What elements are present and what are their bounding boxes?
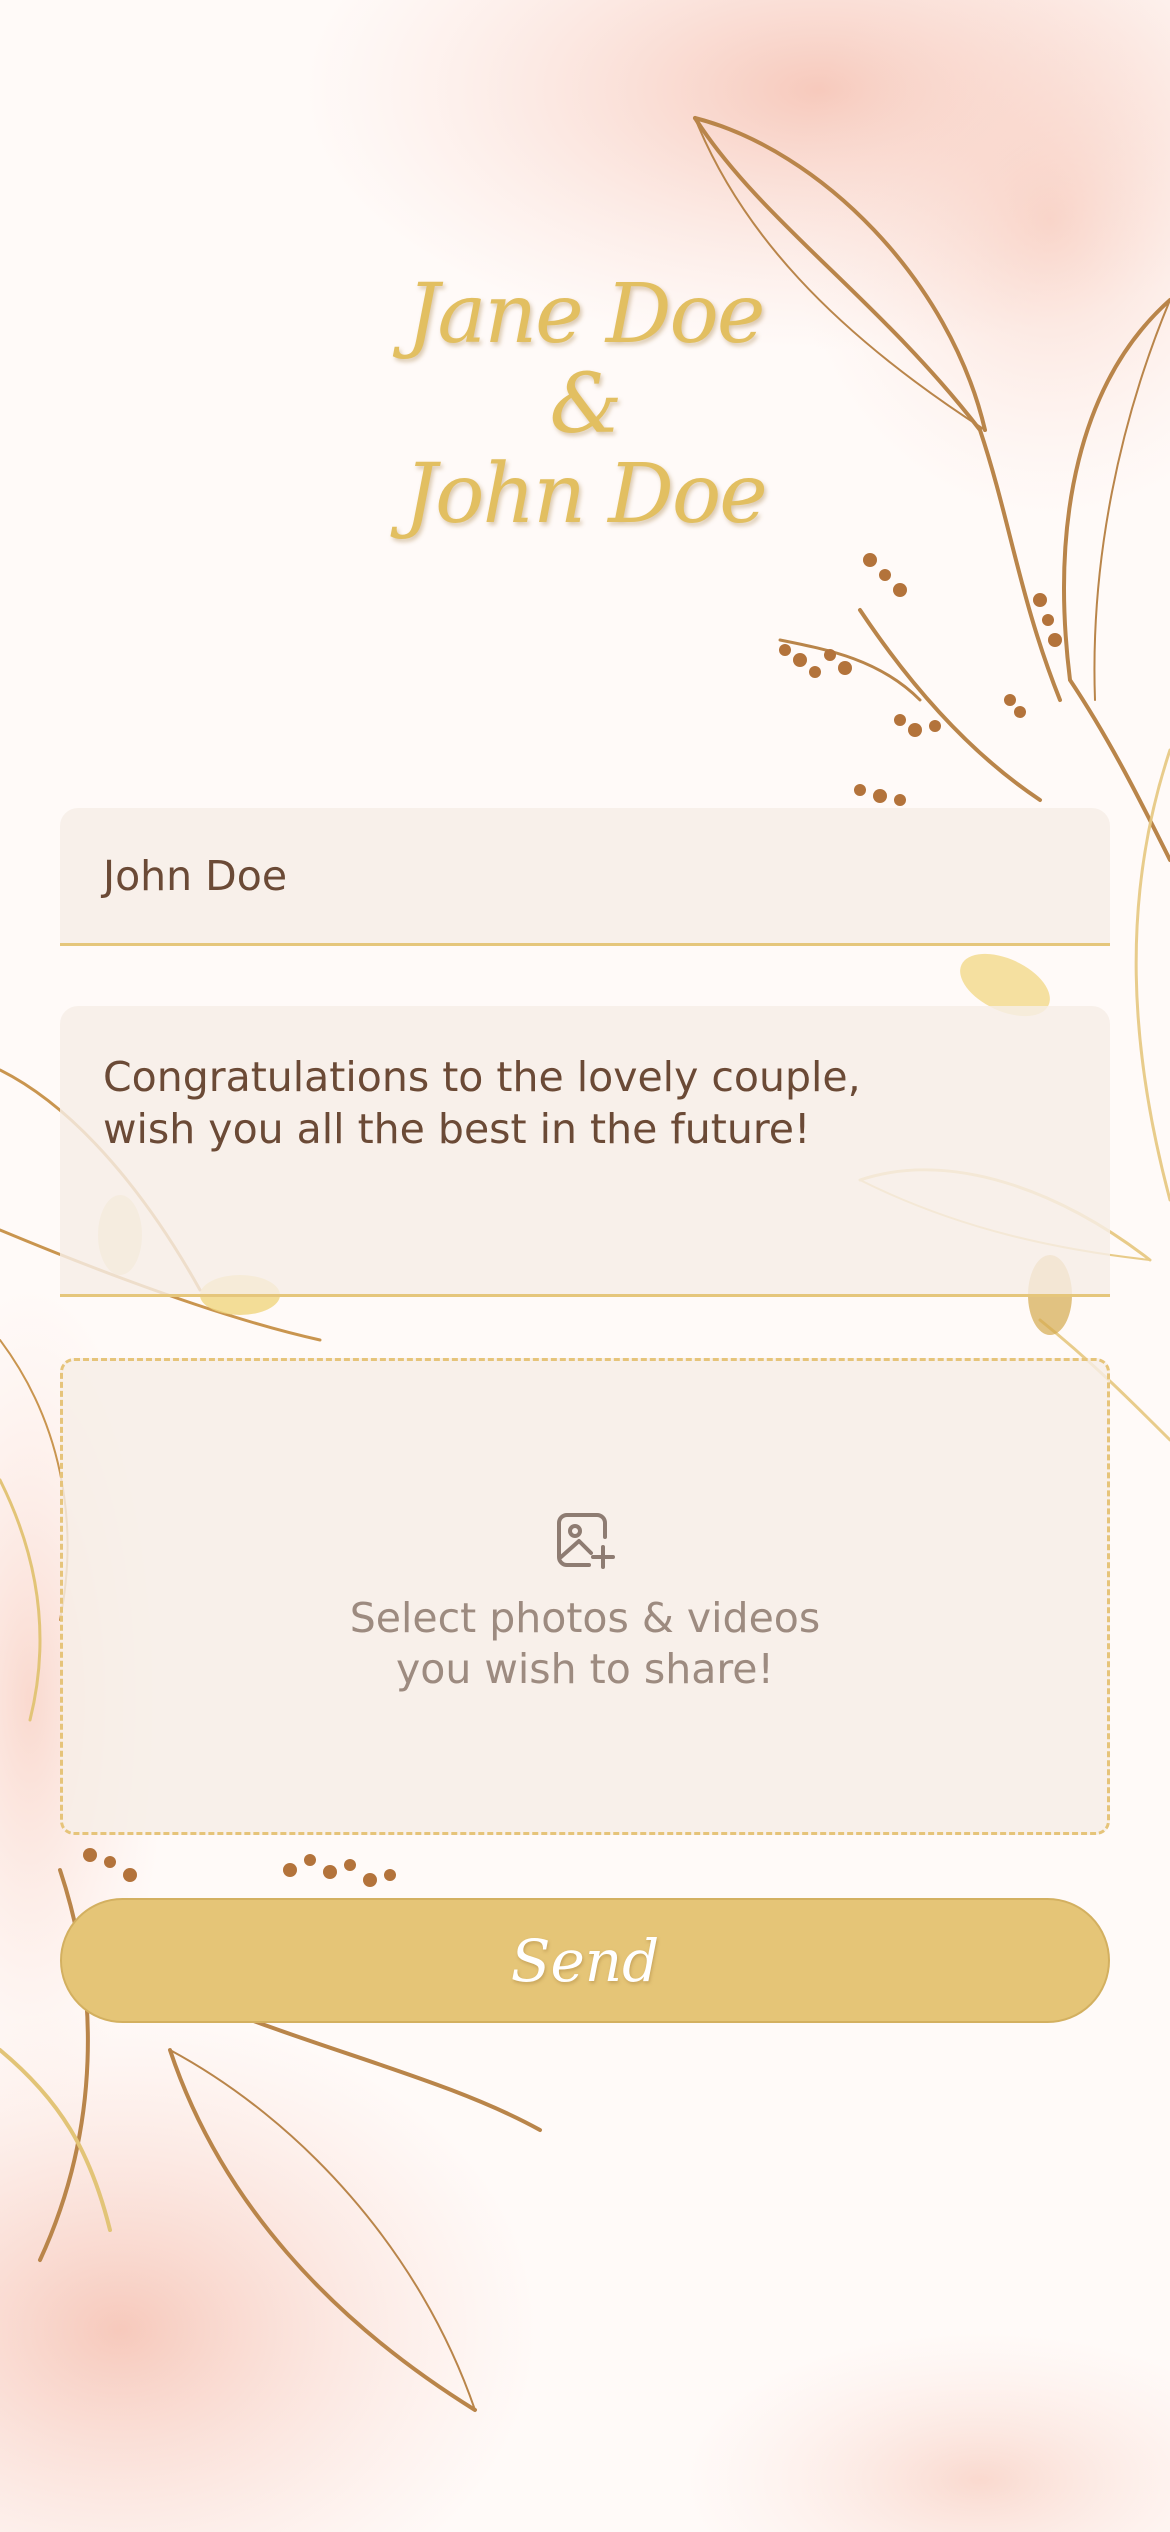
upload-label-line2: you wish to share!	[396, 1644, 774, 1693]
bride-name: Jane Doe	[406, 267, 766, 362]
message-textarea[interactable]: Congratulations to the lovely couple, wi…	[60, 1006, 1110, 1297]
name-input[interactable]: John Doe	[60, 808, 1110, 946]
groom-name: John Doe	[404, 447, 768, 542]
send-button[interactable]: Send	[60, 1898, 1110, 2023]
upload-label-line1: Select photos & videos	[349, 1593, 821, 1642]
media-upload-dropzone[interactable]: Select photos & videos you wish to share…	[60, 1358, 1110, 1835]
name-input-value: John Doe	[103, 851, 288, 900]
ampersand: &	[549, 357, 623, 452]
message-textarea-value: Congratulations to the lovely couple, wi…	[103, 1053, 861, 1153]
add-image-icon	[557, 1512, 615, 1569]
upload-label: Select photos & videos you wish to share…	[350, 1593, 821, 1695]
couple-title: Jane Doe & John Doe	[0, 270, 1170, 540]
